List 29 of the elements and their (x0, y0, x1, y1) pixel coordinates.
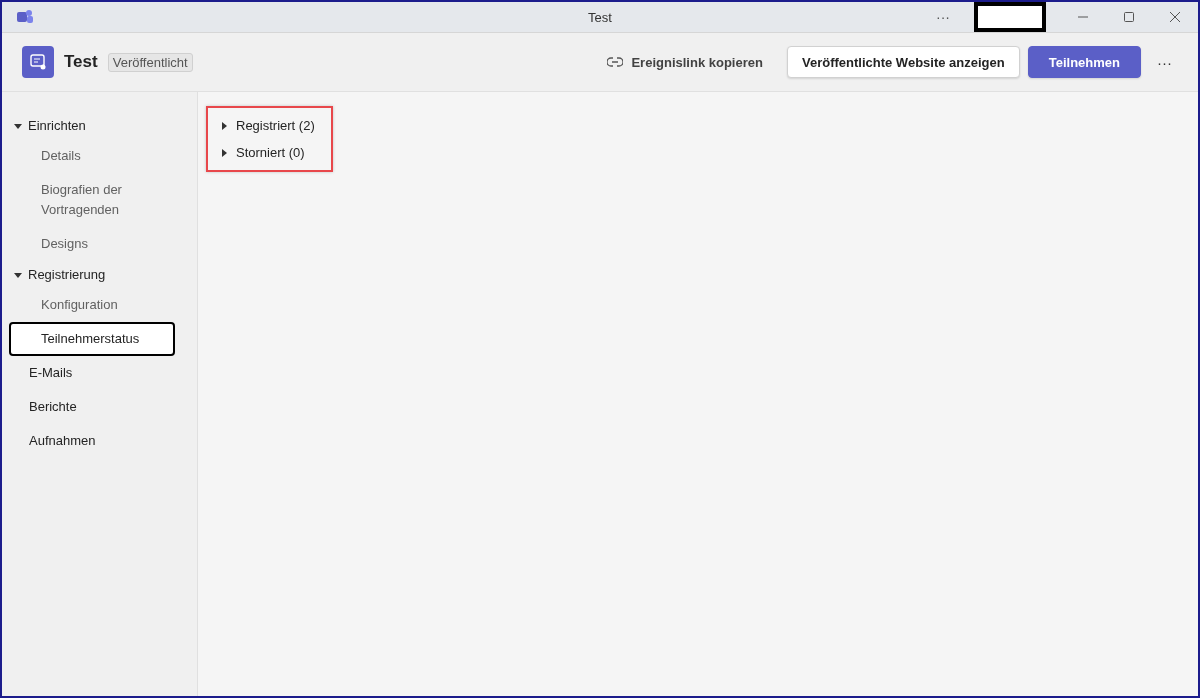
app-logo-icon (16, 8, 34, 26)
copy-link-button[interactable]: Ereignislink kopieren (601, 53, 769, 71)
nav-item[interactable]: Details (9, 139, 175, 173)
event-title: Test (64, 52, 98, 72)
more-button[interactable]: ··· (920, 2, 966, 32)
nav-group[interactable]: Registrierung (2, 261, 197, 288)
caret-icon (220, 121, 228, 130)
nav-item[interactable]: Berichte (9, 390, 191, 424)
nav-item[interactable]: E-Mails (9, 356, 191, 390)
status-badge: Veröffentlicht (107, 52, 193, 72)
caret-icon (14, 121, 22, 130)
nav-item[interactable]: Konfiguration (9, 288, 175, 322)
view-site-button[interactable]: Veröffentlichte Website anzeigen (786, 46, 1020, 78)
nav-item[interactable]: Aufnahmen (9, 424, 191, 458)
nav-item[interactable]: Teilnehmerstatus (9, 322, 175, 356)
nav-item[interactable]: Designs (9, 227, 175, 261)
nav-item[interactable]: Biografien der Vortragenden (9, 173, 175, 227)
link-icon (607, 57, 624, 67)
window-title: Test (588, 9, 612, 25)
maximize-icon (1123, 11, 1135, 23)
close-icon (1169, 11, 1181, 23)
more-button[interactable]: ··· (1151, 52, 1178, 72)
join-button[interactable]: Teilnehmen (1027, 46, 1141, 78)
section-toggle[interactable]: Registriert (2) (220, 114, 315, 137)
caret-icon (14, 270, 22, 279)
nav-group[interactable]: Einrichten (2, 112, 197, 139)
caret-icon (220, 148, 228, 157)
event-icon (22, 46, 54, 78)
section-toggle[interactable]: Storniert (0) (220, 141, 315, 164)
